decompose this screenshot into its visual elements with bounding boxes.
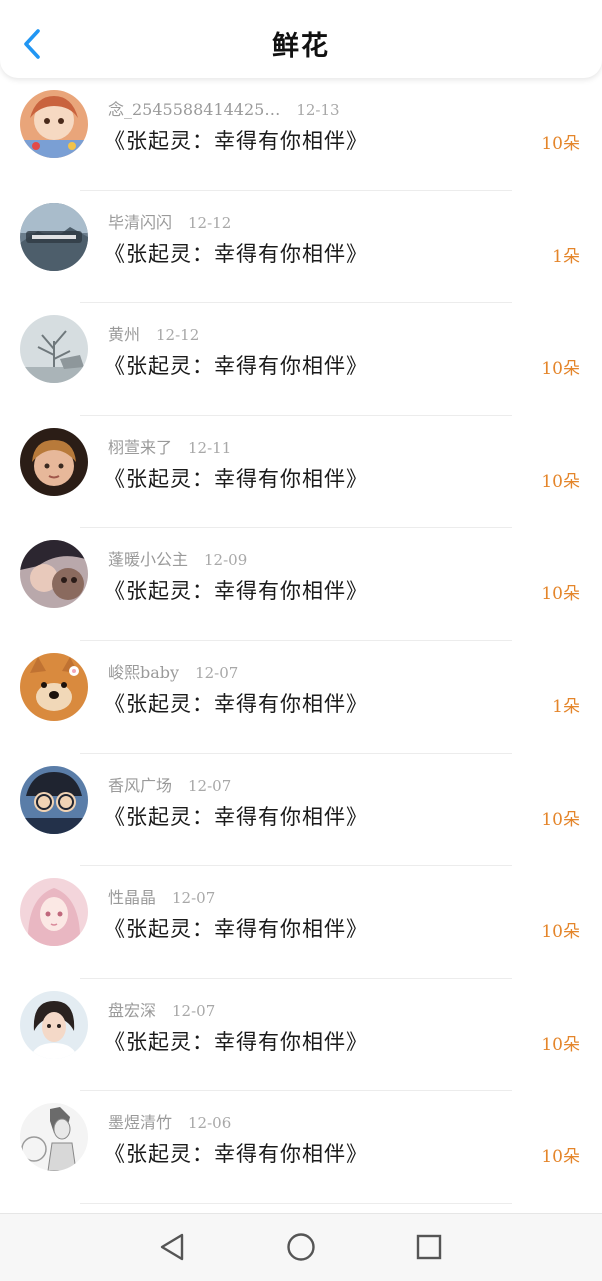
gift-date: 12-07 [172,889,216,908]
gift-date: 12-07 [195,663,239,682]
book-title[interactable]: 《张起灵：幸得有你相伴》 [104,238,368,268]
book-title[interactable]: 《张起灵：幸得有你相伴》 [104,1138,368,1168]
gift-meta: 栩萱来了 12-11 [108,434,231,458]
list-item[interactable]: 墨煜清竹 12-06 《张起灵：幸得有你相伴》 10朵 [0,1091,602,1204]
gift-date: 12-13 [296,101,340,119]
list-item[interactable]: 栩萱来了 12-11 《张起灵：幸得有你相伴》 10朵 [0,416,602,529]
nav-home-button[interactable] [283,1229,319,1265]
shiba-dog-avatar-icon [20,652,88,721]
username[interactable]: 性晶晶 [108,888,156,907]
book-title[interactable]: 《张起灵：幸得有你相伴》 [104,125,368,155]
winter-tree-avatar-icon [20,315,88,384]
avatar[interactable] [20,315,88,384]
landscape-badge-avatar-icon [20,202,88,271]
cartoon-detective-avatar-icon [20,765,88,834]
gift-meta: 毕清闪闪 12-12 [108,209,231,233]
username[interactable]: 黄州 [108,325,140,344]
flower-count: 10朵 [541,359,580,380]
girl-photo-avatar-icon [20,990,88,1059]
gift-date: 12-12 [188,213,232,232]
avatar[interactable] [20,1103,88,1172]
gift-meta: 峻熙baby 12-07 [108,659,238,683]
flower-count: 1朵 [552,696,580,717]
book-title[interactable]: 《张起灵：幸得有你相伴》 [104,350,368,380]
gift-date: 12-07 [172,1001,216,1020]
list-item[interactable]: 蓬暖小公主 12-09 《张起灵：幸得有你相伴》 10朵 [0,528,602,641]
list-item[interactable]: 香风广场 12-07 《张起灵：幸得有你相伴》 10朵 [0,754,602,867]
flower-count: 1朵 [552,246,580,267]
anime-girl-pink-avatar-icon [20,878,88,947]
nav-back-button[interactable] [154,1229,190,1265]
username[interactable]: 峻熙baby [108,663,179,682]
book-title[interactable]: 《张起灵：幸得有你相伴》 [104,575,368,605]
flower-count: 10朵 [541,809,580,830]
list-item[interactable]: 毕清闪闪 12-12 《张起灵：幸得有你相伴》 1朵 [0,191,602,304]
avatar[interactable] [20,652,88,721]
flower-count: 10朵 [541,471,580,492]
flower-count: 10朵 [541,134,580,154]
username[interactable]: 栩萱来了 [108,438,172,457]
username[interactable]: 盘宏深 [108,1001,156,1020]
nav-back-icon [160,1233,184,1261]
avatar[interactable] [20,90,88,158]
gift-meta: 盘宏深 12-07 [108,997,215,1021]
list-item[interactable]: 黄州 12-12 《张起灵：幸得有你相伴》 10朵 [0,303,602,416]
avatar[interactable] [20,990,88,1059]
avatar[interactable] [20,540,88,609]
anime-boy-sketch-avatar-icon [20,1103,88,1172]
nav-home-icon [287,1233,315,1261]
child-portrait-avatar-icon [20,427,88,496]
gift-meta: 性晶晶 12-07 [108,884,215,908]
gift-meta: 墨煜清竹 12-06 [108,1109,231,1133]
gift-date: 12-09 [204,551,248,570]
nav-recents-button[interactable] [411,1229,447,1265]
list-item[interactable]: 盘宏深 12-07 《张起灵：幸得有你相伴》 10朵 [0,979,602,1092]
book-title[interactable]: 《张起灵：幸得有你相伴》 [104,463,368,493]
avatar[interactable] [20,765,88,834]
gift-meta: 香风广场 12-07 [108,772,231,796]
gift-date: 12-07 [188,776,232,795]
flower-count: 10朵 [541,1147,580,1168]
system-nav-bar [0,1213,602,1281]
avatar[interactable] [20,427,88,496]
app-header: 鲜花 [0,0,602,78]
book-title[interactable]: 《张起灵：幸得有你相伴》 [104,688,368,718]
list-item[interactable]: 峻熙baby 12-07 《张起灵：幸得有你相伴》 1朵 [0,641,602,754]
flower-gift-list[interactable]: 念_2545588414425… 12-13 《张起灵：幸得有你相伴》 10朵 毕… [0,78,602,1213]
flower-count: 10朵 [541,922,580,943]
list-item[interactable]: 念_2545588414425… 12-13 《张起灵：幸得有你相伴》 10朵 [0,78,602,191]
book-title[interactable]: 《张起灵：幸得有你相伴》 [104,913,368,943]
gift-meta: 蓬暖小公主 12-09 [108,546,247,570]
username[interactable]: 香风广场 [108,776,172,795]
book-title[interactable]: 《张起灵：幸得有你相伴》 [104,801,368,831]
username[interactable]: 墨煜清竹 [108,1113,172,1132]
avatar[interactable] [20,878,88,947]
page-title: 鲜花 [272,31,330,62]
flower-count: 10朵 [541,1034,580,1055]
username[interactable]: 念_2545588414425… [108,100,280,119]
avatar[interactable] [20,202,88,271]
book-title[interactable]: 《张起灵：幸得有你相伴》 [104,1026,368,1056]
username[interactable]: 毕清闪闪 [108,213,172,232]
gift-meta: 黄州 12-12 [108,321,199,345]
username[interactable]: 蓬暖小公主 [108,550,188,569]
gift-date: 12-06 [188,1114,232,1133]
list-item[interactable]: 性晶晶 12-07 《张起灵：幸得有你相伴》 10朵 [0,866,602,979]
flower-count: 10朵 [541,584,580,605]
gift-date: 12-11 [188,438,232,457]
nav-recents-icon [416,1234,442,1260]
gift-date: 12-12 [156,326,200,345]
gift-meta: 念_2545588414425… 12-13 [108,96,340,120]
anime-girl-avatar-icon [20,90,88,158]
girl-with-dog-avatar-icon [20,540,88,609]
